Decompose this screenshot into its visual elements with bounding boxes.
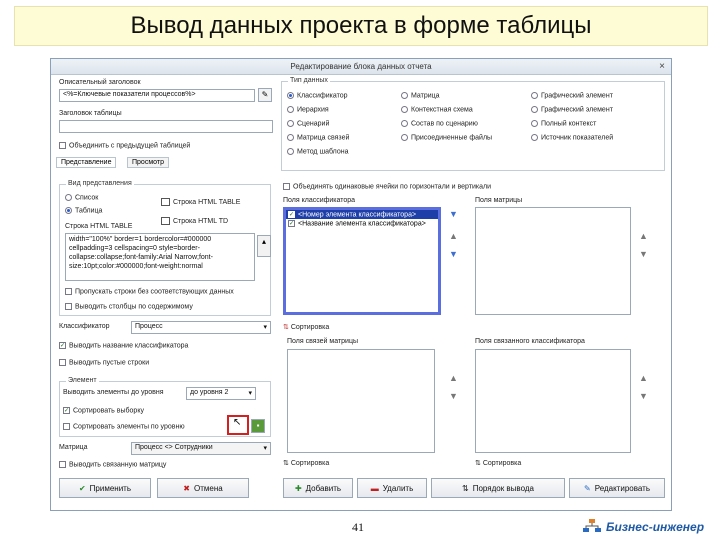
edit-icon: ✎ xyxy=(584,483,591,493)
page-number: 41 xyxy=(352,520,364,534)
cursor-icon: ↖ xyxy=(233,417,242,428)
level-label: Выводить элементы до уровня xyxy=(63,389,164,396)
radio-scenario-content[interactable]: Состав по сценарию xyxy=(401,120,478,127)
radio-graphic-1[interactable]: Графический элемент xyxy=(531,92,613,99)
x-icon: ✖ xyxy=(183,483,190,493)
radio-list[interactable]: Список xyxy=(65,194,98,201)
radio-link-matrix[interactable]: Матрица связей xyxy=(287,134,349,141)
links-label: Поля связей матрицы xyxy=(287,338,359,345)
classifier-fields-list[interactable]: ✓ <Номер элемента классификатора> ✓ <Назва… xyxy=(283,207,441,315)
move-up-icon[interactable]: ▲ xyxy=(449,373,458,383)
add-icon: ✚ xyxy=(294,483,302,493)
sort2-label[interactable]: ⇅ Сортировка xyxy=(283,459,329,467)
classifier-select[interactable]: Процесс ▾ xyxy=(131,321,271,334)
section-input[interactable]: <%=Ключевые показатели процессов%> xyxy=(59,89,255,102)
radio-context[interactable]: Контекстная схема xyxy=(401,106,473,113)
scrollbar[interactable]: ▴ xyxy=(257,235,271,257)
matrix-label: Матрица xyxy=(59,444,88,451)
dialog-titlebar: Редактирование блока данных отчета × xyxy=(51,59,671,75)
fields-label: Поля классификатора xyxy=(283,197,356,204)
radio-classifier[interactable]: Классификатор xyxy=(287,92,348,99)
matrix-select[interactable]: Процесс <> Сотрудники ▾ xyxy=(131,442,271,455)
linked-list[interactable] xyxy=(475,349,631,453)
html-table-label: Строка HTML TABLE xyxy=(65,223,133,230)
move-up-icon[interactable]: ▲ xyxy=(639,231,648,241)
order-button[interactable]: ⇅ Порядок вывода xyxy=(431,478,565,498)
radio-full-context[interactable]: Полный контекст xyxy=(531,120,596,127)
delete-button[interactable]: ▬ Удалить xyxy=(357,478,427,498)
check-icon: ✔ xyxy=(78,483,86,493)
apply-button[interactable]: ✔ Применить xyxy=(59,478,151,498)
move-down-icon[interactable]: ▼ xyxy=(449,391,458,401)
radio-hierarchy[interactable]: Иерархия xyxy=(287,106,329,113)
order-icon: ⇅ xyxy=(462,483,469,493)
edit-button[interactable]: ✎ Редактировать xyxy=(569,478,665,498)
links-list[interactable] xyxy=(287,349,435,453)
radio-indicators[interactable]: Источник показателей xyxy=(531,134,613,141)
tab-preview[interactable]: Просмотр xyxy=(127,157,169,168)
sort-label[interactable]: ⇅ Сортировка xyxy=(283,323,329,331)
section-label: Описательный заголовок xyxy=(59,79,141,86)
show-columns-checkbox[interactable]: Выводить столбцы по содержимому xyxy=(65,303,193,310)
sort-level-checkbox[interactable]: Сортировать элементы по уровню xyxy=(63,423,185,430)
classifier-title-checkbox[interactable]: ✓ Выводить название классификатора xyxy=(59,342,188,349)
radio-table[interactable]: Таблица xyxy=(65,207,102,214)
linked-label: Поля связанного классификатора xyxy=(475,338,585,345)
td-tag-button[interactable]: Строка HTML TD xyxy=(161,217,228,225)
move-up-icon[interactable]: ▲ xyxy=(639,373,648,383)
tab-view[interactable]: Представление xyxy=(56,157,117,168)
brand-icon xyxy=(583,519,601,532)
brand-logo: Бизнес-инженер xyxy=(582,519,704,535)
radio-matrix[interactable]: Матрица xyxy=(401,92,440,99)
list-item[interactable]: ✓ <Название элемента классификатора> xyxy=(286,219,438,228)
slide-title: Вывод данных проекта в форме таблицы xyxy=(14,6,708,46)
table-tag-button[interactable]: Строка HTML TABLE xyxy=(161,198,240,206)
sort-checkbox[interactable]: ✓ Сортировать выборку xyxy=(63,407,144,414)
merge-cells-checkbox[interactable]: Объединять одинаковые ячейки по горизонт… xyxy=(283,183,491,190)
level-select[interactable]: до уровня 2 ▾ xyxy=(186,387,256,400)
show-empty-checkbox[interactable]: Выводить пустые строки xyxy=(59,359,149,366)
classifier-label: Классификатор xyxy=(59,323,110,330)
move-up-icon[interactable]: ▲ xyxy=(449,231,458,241)
cancel-button[interactable]: ✖ Отмена xyxy=(157,478,249,498)
move-down-icon[interactable]: ▼ xyxy=(639,249,648,259)
move-down-icon[interactable]: ▼ xyxy=(639,391,648,401)
list-item[interactable]: ✓ <Номер элемента классификатора> xyxy=(286,210,438,220)
add-button[interactable]: ✚ Добавить xyxy=(283,478,353,498)
radio-files[interactable]: Присоединенные файлы xyxy=(401,134,492,141)
dialog-title: Редактирование блока данных отчета xyxy=(290,62,432,71)
table-name-label: Заголовок таблицы xyxy=(59,110,122,117)
close-icon[interactable]: × xyxy=(659,59,665,75)
move-down-icon[interactable]: ▼ xyxy=(449,249,458,259)
matrix-fields-list[interactable] xyxy=(475,207,631,315)
filter-icon[interactable]: ▼ xyxy=(449,209,458,219)
radio-template[interactable]: Метод шаблона xyxy=(287,148,349,155)
apply-level-icon[interactable]: ▪ xyxy=(251,419,265,433)
matrix-fields-label: Поля матрицы xyxy=(475,197,523,204)
report-block-dialog: Редактирование блока данных отчета × Опи… xyxy=(50,58,672,511)
radio-graphic-2[interactable]: Графический элемент xyxy=(531,106,613,113)
sort3-label[interactable]: ⇅ Сортировка xyxy=(475,459,521,467)
minus-icon: ▬ xyxy=(370,483,379,493)
insert-icon[interactable]: ✎ xyxy=(258,88,272,102)
skip-empty-checkbox[interactable]: Пропускать строки без соответствующих да… xyxy=(65,288,234,295)
radio-scenario[interactable]: Сценарий xyxy=(287,120,329,127)
html-table-textarea[interactable]: width="100%" border=1 bordercolor=#00000… xyxy=(65,233,255,281)
table-name-input[interactable] xyxy=(59,120,273,133)
show-matrix-checkbox[interactable]: Выводить связанную матрицу xyxy=(59,461,166,468)
merge-prev-checkbox[interactable]: Объединить с предыдущей таблицей xyxy=(59,142,190,149)
